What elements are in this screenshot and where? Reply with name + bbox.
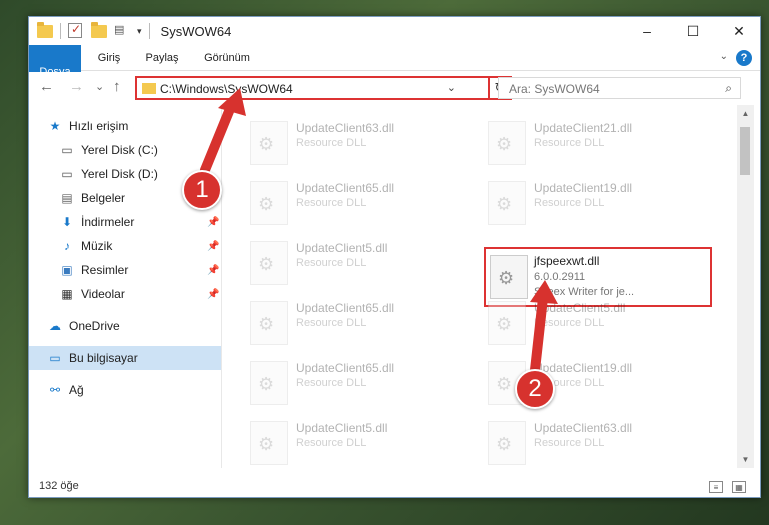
step-badge-2: 2 bbox=[515, 369, 555, 409]
arrow-2 bbox=[530, 293, 548, 375]
step-badge-1: 1 bbox=[182, 170, 222, 210]
arrow-2-head bbox=[530, 280, 558, 304]
arrow-1-head bbox=[218, 88, 246, 116]
annotation-arrows bbox=[200, 88, 558, 375]
arrow-1 bbox=[200, 99, 237, 175]
